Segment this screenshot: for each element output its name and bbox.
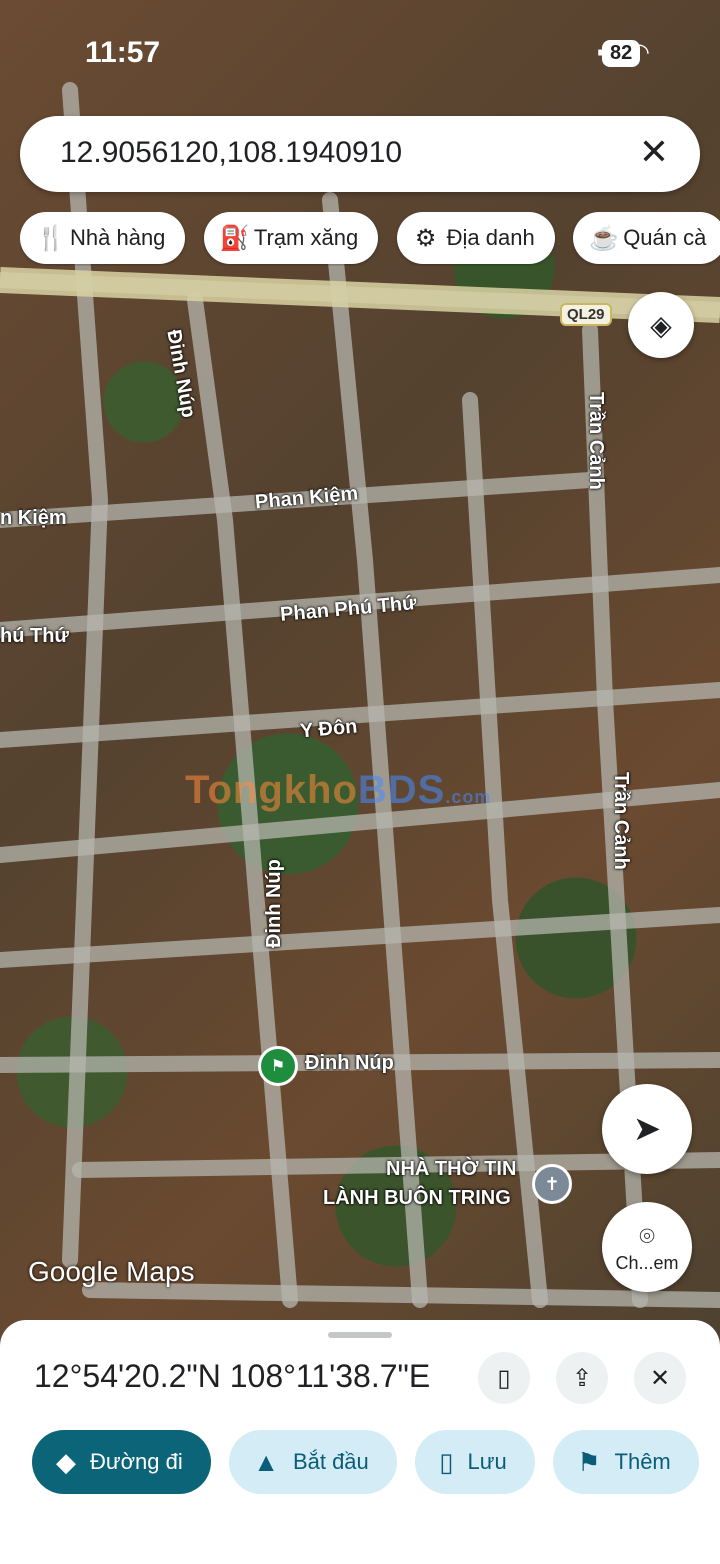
save-place-button[interactable]: ▯ Lưu	[415, 1430, 535, 1494]
layers-icon: ◈	[650, 309, 672, 341]
layers-button[interactable]: ◈	[628, 292, 694, 358]
battery-level: 82	[602, 40, 641, 67]
camera-lens-icon: ⌾	[639, 1220, 655, 1251]
church-label-line2[interactable]: LÀNH BUÔN TRING	[323, 1187, 511, 1210]
start-button[interactable]: ▲ Bắt đầu	[229, 1430, 397, 1494]
google-maps-attribution: Google Maps	[28, 1256, 195, 1287]
close-icon: ✕	[649, 1364, 671, 1392]
directions-button[interactable]: ◆ Đường đi	[32, 1430, 211, 1494]
save-button[interactable]: ▯	[478, 1352, 530, 1404]
street-label-tran-canh-south: Trần Cảnh	[610, 772, 632, 870]
flag-icon: ⚑	[577, 1446, 601, 1477]
navigation-icon: ▲	[253, 1446, 279, 1477]
my-location-button[interactable]: ➤	[602, 1084, 692, 1174]
bottom-sheet: 12°54'20.2"N 108°11'38.7"E ▯ ⇪ ✕ ◆ Đường …	[0, 1320, 720, 1564]
directions-icon: ◆	[56, 1446, 76, 1477]
street-label-phan-phu-thu-left: hú Thứ	[0, 625, 69, 647]
drag-handle[interactable]	[328, 1332, 392, 1338]
flag-pin-icon[interactable]: ⚑	[258, 1046, 298, 1086]
chip-gas-station[interactable]: ⛽ Trạm xăng	[203, 212, 379, 264]
highway-badge: QL29	[560, 303, 612, 326]
action-buttons: ◆ Đường đi ▲ Bắt đầu ▯ Lưu ⚑ Thêm	[32, 1430, 720, 1494]
bookmark-icon: ▯	[497, 1364, 511, 1392]
share-button[interactable]: ⇪	[556, 1352, 608, 1404]
street-label-phan-kiem-left: n Kiệm	[0, 507, 67, 529]
street-label-tran-canh-north: Trần Cảnh	[585, 392, 607, 490]
pin-label[interactable]: Đinh Núp	[305, 1052, 394, 1075]
status-bar: 11:57 ▪▪▪ ◠ 82	[0, 0, 720, 100]
chip-restaurant[interactable]: 🍴 Nhà hàng	[20, 212, 186, 264]
chip-attractions[interactable]: ⚙ Địa danh	[396, 212, 555, 264]
clock: 11:57	[85, 36, 161, 69]
attraction-icon: ⚙	[414, 224, 437, 252]
lens-button[interactable]: ⌾ Ch...em	[602, 1202, 692, 1292]
navigation-arrow-icon: ➤	[632, 1110, 662, 1148]
close-icon[interactable]: ✕	[632, 130, 676, 174]
lens-label: Ch...em	[615, 1252, 679, 1273]
search-query[interactable]: 12.9056120,108.1940910	[60, 136, 402, 170]
coordinates-title: 12°54'20.2"N 108°11'38.7"E	[34, 1358, 431, 1394]
bookmark-icon: ▯	[439, 1446, 454, 1477]
restaurant-icon: 🍴	[36, 224, 66, 252]
coffee-icon: ☕	[589, 224, 620, 252]
add-button[interactable]: ⚑ Thêm	[553, 1430, 699, 1494]
church-label-line1[interactable]: NHÀ THỜ TIN	[386, 1158, 516, 1181]
share-icon: ⇪	[571, 1364, 593, 1392]
category-chips: 🍴 Nhà hàng ⛽ Trạm xăng ⚙ Địa danh ☕ Quán cà	[20, 212, 720, 266]
watermark: TongkhoBDS.com	[185, 768, 492, 812]
search-bar[interactable]: 12.9056120,108.1940910 ✕	[20, 116, 700, 192]
church-icon[interactable]: ✝	[532, 1164, 572, 1204]
close-sheet-button[interactable]: ✕	[634, 1352, 686, 1404]
chip-coffee[interactable]: ☕ Quán cà	[573, 212, 720, 264]
street-label-dinh-nup-south: Đinh Núp	[263, 859, 285, 948]
gas-station-icon: ⛽	[219, 224, 250, 252]
